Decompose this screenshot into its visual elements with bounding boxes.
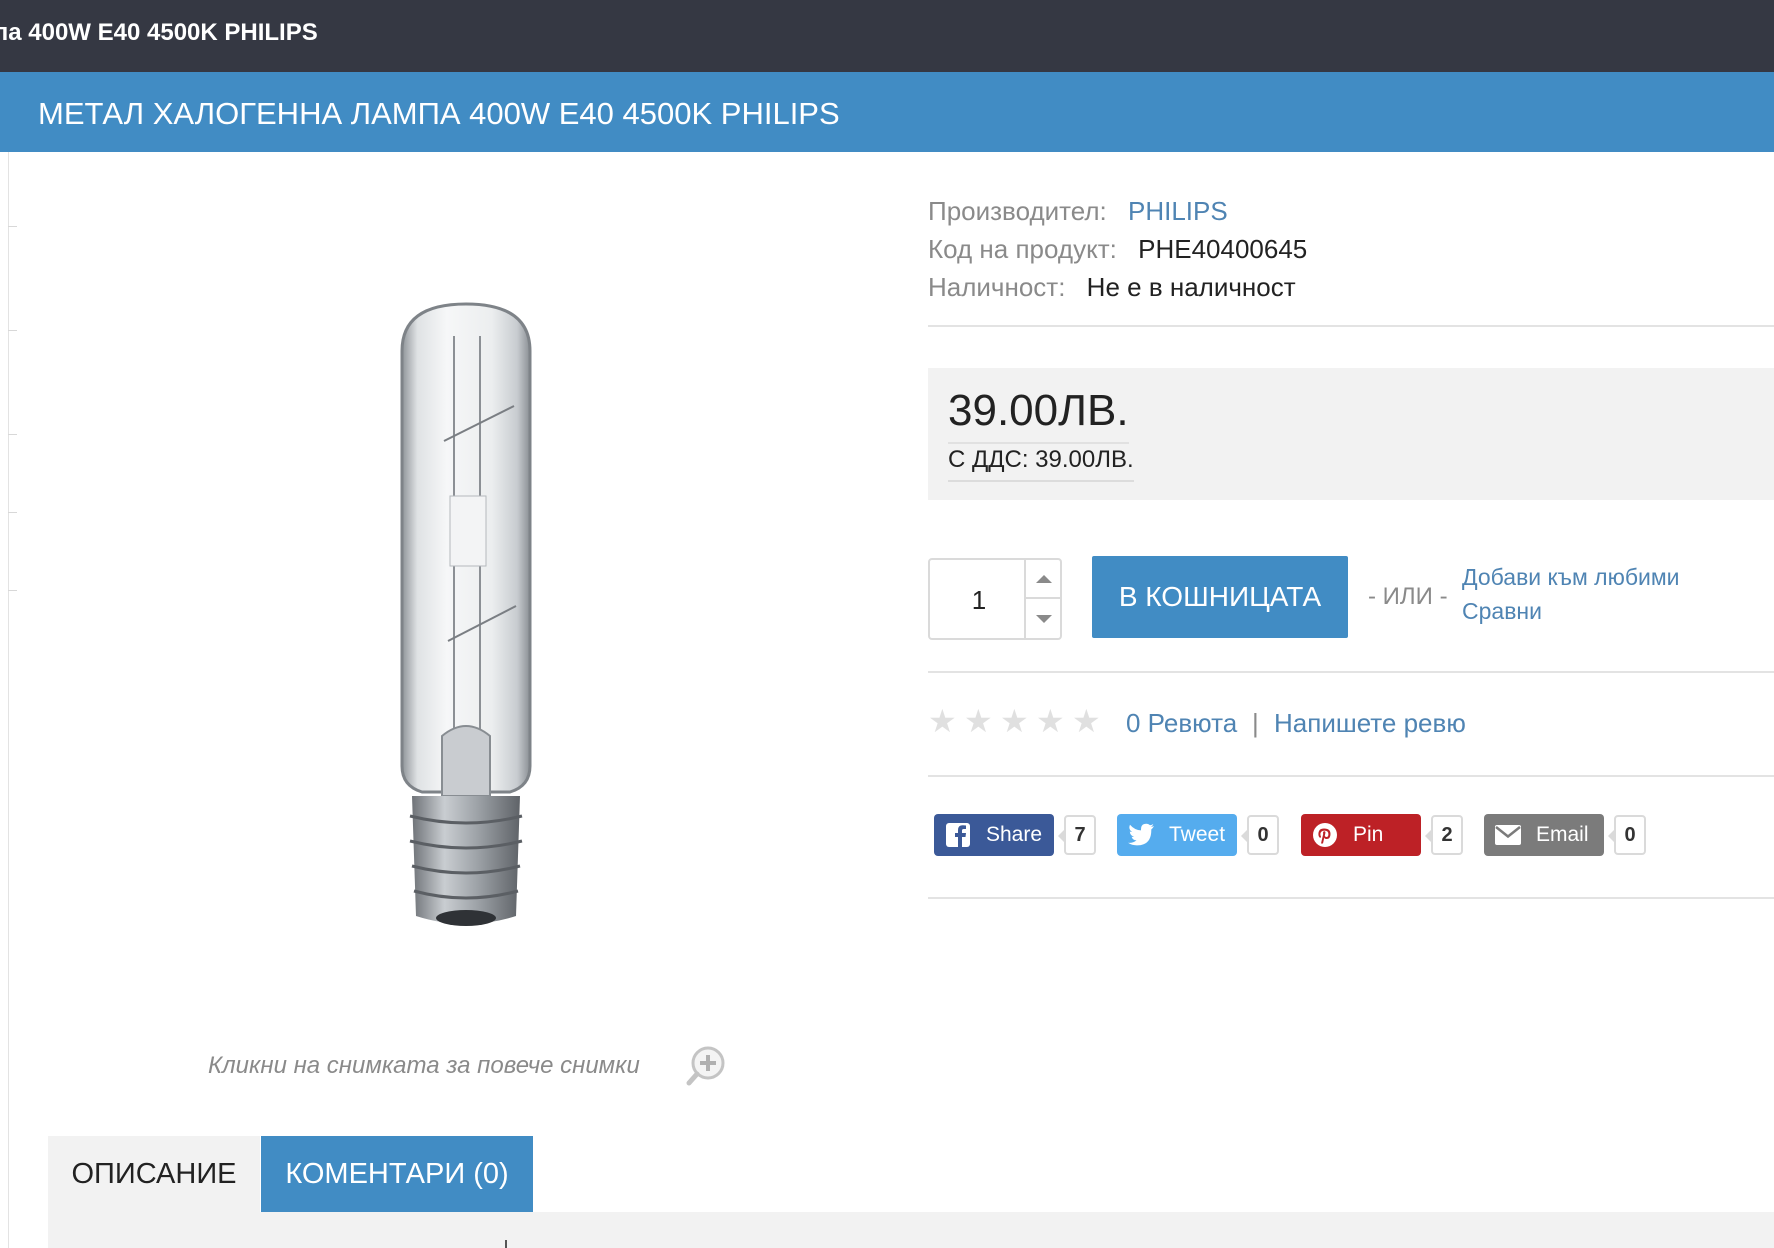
rail-divider	[8, 330, 17, 331]
quantity-decrease-button[interactable]	[1026, 599, 1062, 638]
product-image[interactable]	[390, 296, 542, 926]
tab-description[interactable]: ОПИСАНИЕ	[48, 1136, 260, 1212]
arrow-up-icon	[1036, 574, 1052, 583]
reviews-count-link[interactable]: 0 Ревюта	[1126, 708, 1237, 739]
email-share-label: Email	[1536, 823, 1589, 846]
star-empty-icon: ★	[1036, 703, 1065, 739]
quantity-spinner	[1024, 560, 1062, 638]
email-share-button[interactable]: Email	[1484, 814, 1604, 856]
write-review-link[interactable]: Напишете ревю	[1274, 708, 1466, 739]
email-share-count: 0	[1608, 815, 1646, 855]
tab-comments[interactable]: КОМЕНТАРИ (0)	[261, 1136, 533, 1212]
manufacturer-link[interactable]: PHILIPS	[1128, 196, 1228, 226]
pinterest-share-count: 2	[1425, 815, 1463, 855]
twitter-share-count: 0	[1241, 815, 1279, 855]
add-to-wishlist-link[interactable]: Добави към любими	[1462, 564, 1680, 591]
title-bar: МЕТАЛ ХАЛОГЕННА ЛАМПА 400W E40 4500K PHI…	[0, 72, 1774, 152]
divider	[928, 325, 1774, 327]
quantity-input[interactable]	[930, 560, 1028, 640]
add-to-cart-button[interactable]: В КОШНИЦАТА	[1092, 556, 1348, 638]
rail-divider	[8, 512, 17, 513]
page-title: МЕТАЛ ХАЛОГЕННА ЛАМПА 400W E40 4500K PHI…	[38, 96, 840, 131]
or-separator: - ИЛИ -	[1368, 583, 1448, 610]
manufacturer-row: Производител: PHILIPS	[928, 196, 1228, 227]
quantity-stepper	[928, 558, 1062, 640]
topbar-title: мпа 400W E40 4500K PHILIPS	[0, 19, 318, 46]
facebook-share-count: 7	[1058, 815, 1096, 855]
twitter-share-button[interactable]: Tweet	[1117, 814, 1237, 856]
email-icon	[1494, 821, 1522, 849]
star-empty-icon: ★	[1072, 703, 1101, 739]
zoom-in-icon[interactable]	[686, 1045, 728, 1087]
rail-divider	[8, 434, 17, 435]
left-rail	[8, 152, 17, 1248]
price-box: 39.00ЛВ. С ДДС: 39.00ЛВ.	[928, 368, 1774, 500]
product-code: PHE40400645	[1138, 234, 1308, 264]
star-empty-icon: ★	[1000, 703, 1029, 739]
price: 39.00ЛВ.	[948, 386, 1129, 444]
product-code-row: Код на продукт: PHE40400645	[928, 234, 1307, 265]
reviews-separator: |	[1252, 708, 1259, 738]
rating-stars: ★ ★ ★ ★ ★	[928, 703, 1102, 739]
facebook-share-button[interactable]: Share	[934, 814, 1054, 856]
compare-link[interactable]: Сравни	[1462, 598, 1542, 625]
star-empty-icon: ★	[928, 703, 957, 739]
product-code-label: Код на продукт:	[928, 234, 1117, 264]
top-bar: мпа 400W E40 4500K PHILIPS	[0, 0, 1774, 72]
availability-status: Не е в наличност	[1086, 272, 1296, 302]
facebook-icon	[944, 821, 972, 849]
arrow-down-icon	[1036, 614, 1052, 623]
manufacturer-label: Производител:	[928, 196, 1107, 226]
divider	[928, 897, 1774, 899]
pinterest-share-label: Pin	[1353, 823, 1384, 846]
star-empty-icon: ★	[964, 703, 993, 739]
price-with-vat: С ДДС: 39.00ЛВ.	[948, 446, 1134, 482]
tab-panel	[48, 1212, 1774, 1248]
divider	[928, 775, 1774, 777]
rail-divider	[8, 226, 17, 227]
availability-label: Наличност:	[928, 272, 1066, 302]
text-cursor	[505, 1240, 507, 1248]
twitter-icon	[1127, 821, 1155, 849]
rail-divider	[8, 590, 17, 591]
availability-row: Наличност: Не е в наличност	[928, 272, 1296, 303]
pinterest-icon	[1311, 821, 1339, 849]
pinterest-share-button[interactable]: Pin	[1301, 814, 1421, 856]
divider	[928, 671, 1774, 673]
facebook-share-label: Share	[986, 823, 1043, 846]
gallery-hint: Кликни на снимката за повече снимки	[208, 1052, 640, 1079]
quantity-increase-button[interactable]	[1026, 560, 1062, 599]
twitter-share-label: Tweet	[1169, 823, 1226, 846]
